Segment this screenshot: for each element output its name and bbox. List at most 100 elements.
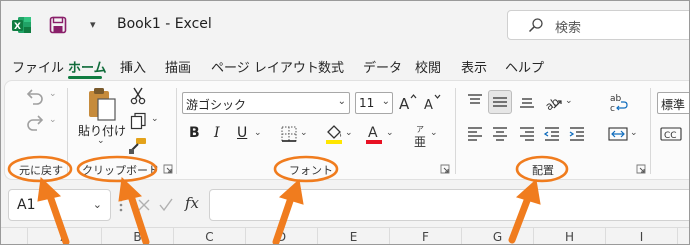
name-box[interactable]: A1 ⌄ — [8, 189, 111, 221]
search-box[interactable]: 検索 — [507, 10, 690, 40]
font-name-value: 游ゴシック — [186, 98, 247, 112]
tab-file[interactable]: ファイル — [12, 57, 64, 76]
tab-data[interactable]: データ — [363, 57, 402, 76]
bottom-align-icon[interactable] — [518, 92, 536, 110]
customize-qat-dropdown-icon[interactable]: ▾ — [90, 18, 104, 32]
bold-icon[interactable]: B — [189, 125, 200, 141]
search-icon — [528, 18, 543, 33]
clipboard-group-label: クリップボード — [82, 164, 159, 177]
svg-text:ab: ab — [610, 94, 622, 104]
svg-text:c: c — [610, 104, 615, 114]
column-header[interactable]: A — [28, 228, 102, 245]
format-painter-icon[interactable] — [128, 137, 148, 155]
svg-text:A: A — [424, 98, 433, 112]
insert-function-button[interactable]: fx — [185, 194, 199, 212]
group-separator — [176, 88, 177, 174]
group-separator — [650, 88, 651, 174]
fill-color-icon[interactable] — [324, 123, 344, 145]
underline-dropdown-icon[interactable]: ⌄ — [254, 128, 262, 138]
borders-dropdown-icon[interactable]: ⌄ — [300, 128, 308, 138]
font-size-value: 11 — [359, 96, 375, 110]
undo-dropdown-icon[interactable]: ⌄ — [49, 89, 57, 99]
top-align-icon[interactable] — [466, 92, 484, 110]
svg-text:X: X — [14, 22, 21, 32]
active-tab-indicator — [68, 76, 102, 79]
column-header[interactable]: I — [606, 228, 678, 245]
clipboard-launcher-icon[interactable] — [163, 164, 173, 174]
save-icon[interactable] — [49, 16, 67, 34]
tab-page-layout[interactable]: ページ レイアウト — [211, 57, 319, 76]
svg-text:CC: CC — [664, 131, 677, 141]
tab-view[interactable]: 表示 — [461, 57, 487, 76]
search-placeholder: 検索 — [555, 21, 582, 36]
svg-text:A: A — [399, 95, 410, 112]
formula-input[interactable] — [209, 189, 690, 221]
number-format-combo[interactable]: 標準 — [657, 92, 690, 114]
number-format-value: 標準 — [661, 98, 686, 112]
font-color-icon[interactable]: A — [365, 123, 383, 145]
column-header[interactable]: G — [462, 228, 534, 245]
column-header[interactable]: F — [390, 228, 462, 245]
tab-help[interactable]: ヘルプ — [505, 57, 544, 76]
column-header[interactable]: E — [318, 228, 390, 245]
alignment-launcher-icon[interactable] — [636, 164, 646, 174]
tab-home[interactable]: ホーム — [68, 57, 107, 76]
font-group-label: フォント — [289, 164, 333, 177]
undo-icon[interactable] — [24, 86, 46, 106]
chevron-down-icon[interactable]: ⌄ — [338, 96, 346, 107]
alignment-group-label: 配置 — [532, 164, 554, 177]
merge-dropdown-icon[interactable]: ⌄ — [630, 128, 638, 138]
font-launcher-icon[interactable] — [440, 164, 450, 174]
column-header[interactable]: C — [174, 228, 246, 245]
name-box-value: A1 — [17, 197, 36, 213]
align-center-icon[interactable] — [491, 125, 509, 143]
increase-font-size-icon[interactable]: A — [398, 92, 418, 112]
column-headers: A B C D E F G H I — [0, 227, 690, 245]
group-separator — [455, 88, 456, 174]
wrap-text-icon[interactable]: ab c — [608, 92, 630, 114]
redo-dropdown-icon[interactable]: ⌄ — [49, 115, 57, 125]
svg-text:A: A — [368, 125, 378, 141]
copy-dropdown-icon[interactable]: ⌄ — [151, 114, 159, 124]
font-color-dropdown-icon[interactable]: ⌄ — [386, 128, 394, 138]
orientation-icon[interactable]: ab — [543, 90, 563, 112]
column-header[interactable]: B — [102, 228, 174, 245]
orientation-dropdown-icon[interactable]: ⌄ — [565, 96, 573, 106]
window-title: Book1 - Excel — [117, 16, 212, 32]
column-header[interactable]: H — [534, 228, 606, 245]
middle-align-icon[interactable] — [491, 93, 509, 111]
group-separator — [67, 88, 68, 174]
decrease-indent-icon[interactable] — [543, 125, 561, 143]
redo-icon[interactable] — [24, 112, 46, 132]
align-left-icon[interactable] — [466, 125, 484, 143]
excel-app-icon: X — [12, 17, 31, 33]
borders-icon[interactable] — [280, 125, 298, 143]
title-bar: X ▾ Book1 - Excel 検索 — [0, 0, 690, 50]
tab-insert[interactable]: 挿入 — [120, 57, 146, 76]
font-size-combo[interactable]: 11 ⌄ — [355, 92, 393, 114]
paste-dropdown-icon[interactable]: ⌄ — [97, 136, 105, 146]
chevron-down-icon[interactable]: ⌄ — [93, 198, 102, 211]
align-right-icon[interactable] — [518, 125, 536, 143]
undo-group-label: 元に戻す — [19, 164, 63, 177]
chevron-down-icon[interactable]: ⌄ — [382, 96, 390, 107]
cut-icon[interactable] — [130, 87, 146, 105]
select-all-corner[interactable] — [0, 228, 28, 245]
tab-draw[interactable]: 描画 — [165, 57, 191, 76]
ribbon-tabs: ファイル ホーム 挿入 描画 ページ レイアウト 数式 データ 校閲 表示 ヘル… — [0, 50, 690, 80]
paste-icon[interactable] — [86, 86, 118, 122]
tab-review[interactable]: 校閲 — [415, 57, 441, 76]
increase-indent-icon[interactable] — [568, 125, 586, 143]
italic-icon[interactable]: I — [214, 125, 220, 141]
phonetic-dropdown-icon[interactable]: ⌄ — [430, 128, 438, 138]
tab-formulas[interactable]: 数式 — [318, 57, 344, 76]
accounting-format-icon[interactable]: CC — [660, 125, 682, 143]
phonetic-guide-icon[interactable]: 亜 — [414, 133, 426, 150]
merge-center-icon[interactable] — [608, 125, 628, 143]
font-name-combo[interactable]: 游ゴシック ⌄ — [182, 92, 350, 114]
copy-icon[interactable] — [130, 112, 148, 130]
fill-color-dropdown-icon[interactable]: ⌄ — [345, 128, 353, 138]
underline-icon[interactable]: U — [237, 125, 247, 141]
column-header[interactable]: D — [246, 228, 318, 245]
decrease-font-size-icon[interactable]: A — [423, 92, 443, 112]
